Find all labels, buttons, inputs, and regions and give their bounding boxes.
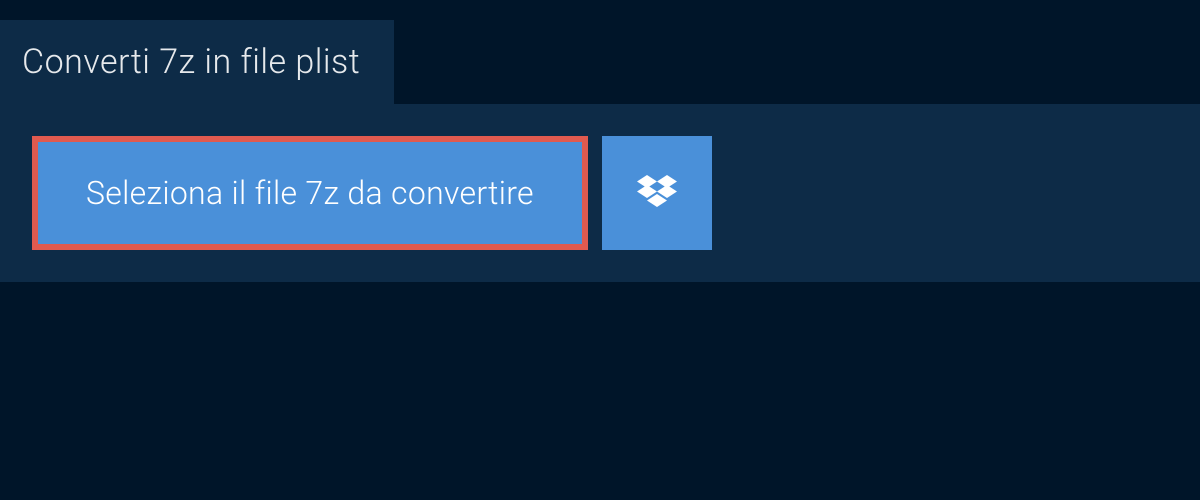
dropbox-button[interactable] [602,136,712,250]
tab-container: Converti 7z in file plist [0,0,1200,104]
tab-convert[interactable]: Converti 7z in file plist [0,20,394,104]
select-file-label: Seleziona il file 7z da convertire [86,174,534,212]
tab-label: Converti 7z in file plist [22,42,360,82]
dropbox-icon [637,175,677,211]
content-area: Seleziona il file 7z da convertire [0,104,1200,282]
select-file-button[interactable]: Seleziona il file 7z da convertire [32,136,588,250]
